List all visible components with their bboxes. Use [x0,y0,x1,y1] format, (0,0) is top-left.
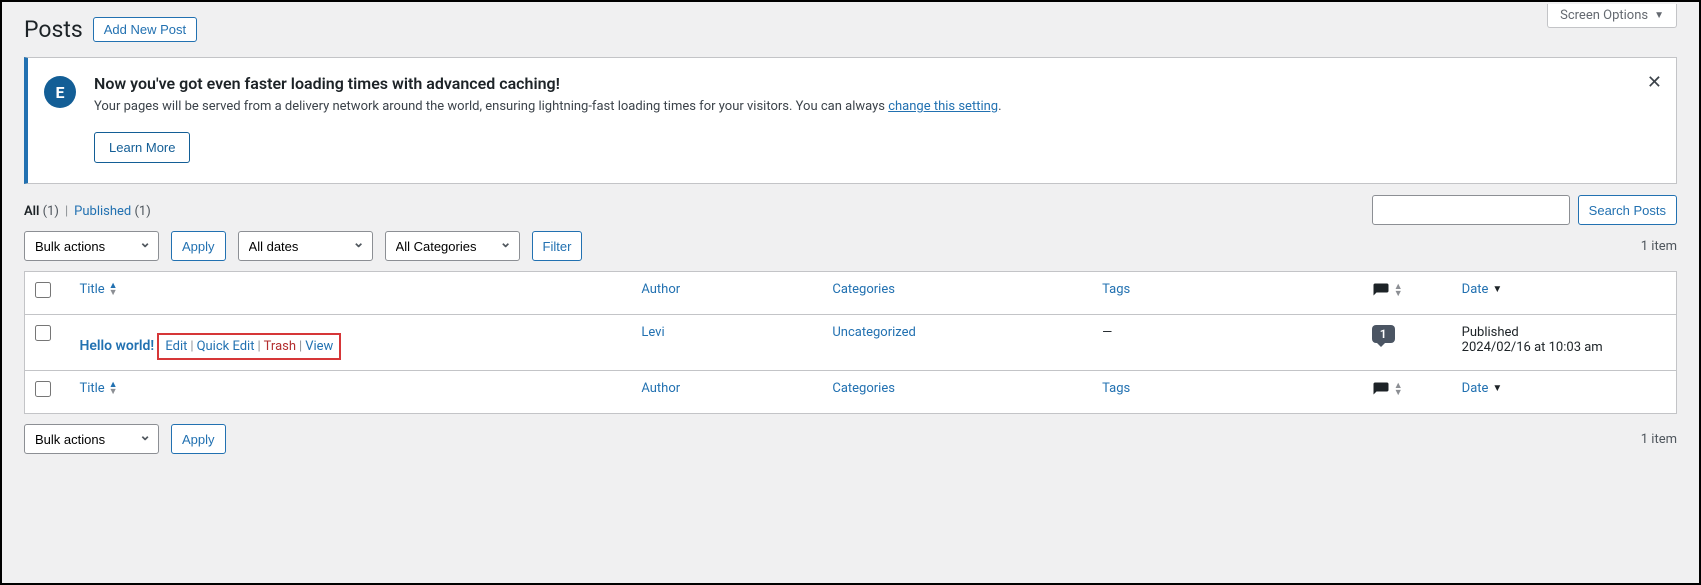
view-link[interactable]: View [305,339,333,354]
publish-date: 2024/02/16 at 10:03 am [1462,340,1603,355]
column-author: Author [631,272,822,315]
column-date-sort-bottom[interactable]: Date ▼ [1462,381,1503,396]
dismiss-notice-button[interactable]: ✕ [1647,72,1662,93]
column-date-sort[interactable]: Date ▼ [1462,282,1503,297]
learn-more-button[interactable]: Learn More [94,132,190,163]
comment-icon [1372,282,1390,300]
close-icon: ✕ [1647,72,1662,92]
trash-link[interactable]: Trash [264,339,296,354]
sort-icon: ▲▼ [109,382,118,396]
sort-icon: ▼ [1492,284,1502,295]
comment-count-badge[interactable]: 1 [1372,325,1395,343]
apply-button-bottom[interactable]: Apply [171,424,226,454]
post-title-link[interactable]: Hello world! [79,338,154,354]
search-input[interactable] [1372,195,1570,225]
date-filter-select[interactable]: All dates [238,231,373,261]
table-row: Hello world! Edit|Quick Edit|Trash|View … [25,315,1677,371]
chevron-down-icon: ▼ [1654,10,1664,21]
category-filter-select[interactable]: All Categories [385,231,520,261]
select-all-bottom[interactable] [35,381,51,397]
column-tags: Tags [1092,272,1362,315]
screen-options-label: Screen Options [1560,8,1648,23]
posts-table: Title ▲▼ Author Categories Tags ▲▼ Date [24,271,1677,414]
column-title-sort[interactable]: Title ▲▼ [79,282,117,297]
apply-button-top[interactable]: Apply [171,231,226,261]
filter-all[interactable]: All (1) [24,204,59,219]
filter-published[interactable]: Published (1) [74,204,151,219]
sort-icon: ▲▼ [1394,383,1403,397]
admin-notice: E Now you've got even faster loading tim… [24,57,1677,184]
publish-status: Published [1462,325,1519,340]
column-comments-sort[interactable]: ▲▼ [1372,282,1403,300]
change-setting-link[interactable]: change this setting [888,99,998,114]
column-categories-bottom: Categories [822,371,1092,414]
column-author-bottom: Author [631,371,822,414]
notice-body: Your pages will be served from a deliver… [94,99,1002,114]
paging-info-top: 1 item [1641,239,1677,254]
paging-info-bottom: 1 item [1641,432,1677,447]
column-categories: Categories [822,272,1092,315]
sort-icon: ▲▼ [109,283,118,297]
column-title-sort-bottom[interactable]: Title ▲▼ [79,381,117,396]
notice-headline: Now you've got even faster loading times… [94,74,1002,93]
row-actions-highlight: Edit|Quick Edit|Trash|View [157,333,341,360]
quick-edit-link[interactable]: Quick Edit [197,339,255,354]
sort-icon: ▼ [1492,383,1502,394]
comment-icon [1372,381,1390,399]
column-comments-sort-bottom[interactable]: ▲▼ [1372,381,1403,399]
search-posts-button[interactable]: Search Posts [1578,195,1677,225]
filter-button[interactable]: Filter [532,231,583,261]
add-new-post-button[interactable]: Add New Post [93,17,197,42]
category-link[interactable]: Uncategorized [832,325,915,340]
bulk-actions-select-bottom[interactable]: Bulk actions [24,424,159,454]
select-row-checkbox[interactable] [35,325,51,341]
page-title: Posts [24,16,83,43]
author-link[interactable]: Levi [641,325,664,340]
select-all-top[interactable] [35,282,51,298]
sort-icon: ▲▼ [1394,284,1403,298]
edit-link[interactable]: Edit [165,339,187,354]
elementor-icon: E [44,76,76,108]
tags-cell: — [1092,315,1362,371]
screen-options-toggle[interactable]: Screen Options ▼ [1547,4,1677,28]
column-tags-bottom: Tags [1092,371,1362,414]
bulk-actions-select-top[interactable]: Bulk actions [24,231,159,261]
